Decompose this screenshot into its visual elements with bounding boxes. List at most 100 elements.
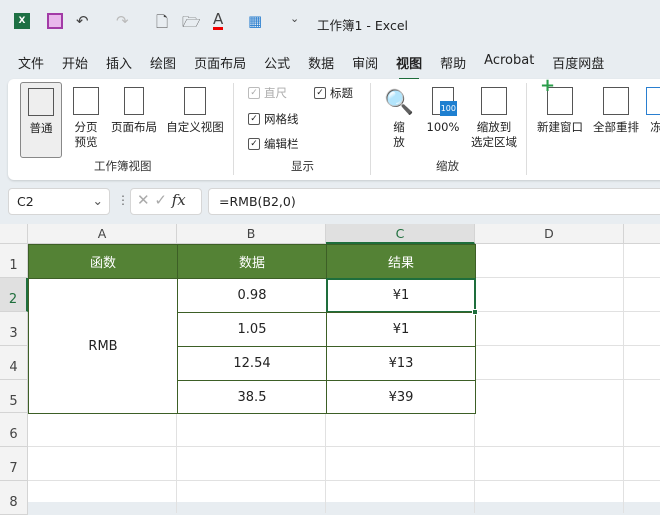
row-header-7[interactable]: 7	[0, 447, 28, 481]
group-label-show: 显示	[291, 159, 314, 173]
save-icon[interactable]	[47, 13, 63, 29]
empty-cells[interactable]	[28, 413, 660, 513]
label: 缩放到 选定区域	[471, 120, 517, 149]
font-color-icon[interactable]: A	[213, 12, 224, 30]
tab-page-layout[interactable]: 页面布局	[185, 53, 255, 75]
page-break-icon	[73, 87, 99, 115]
column-header-e[interactable]	[624, 224, 660, 244]
group-label-workbook-views: 工作簿视图	[94, 159, 152, 173]
tab-view[interactable]: 视图	[387, 53, 431, 80]
row-header-4[interactable]: 4	[0, 346, 28, 380]
tab-review[interactable]: 审阅	[343, 53, 387, 75]
page-icon	[124, 87, 144, 115]
label: 网格线	[264, 112, 299, 126]
custom-view-icon	[184, 87, 206, 115]
name-box[interactable]: C2 ⌄	[8, 188, 110, 215]
column-header-a[interactable]: A	[28, 224, 177, 244]
headings-checkbox[interactable]: ✓ 标题	[314, 85, 353, 101]
tab-home[interactable]: 开始	[53, 53, 97, 75]
excel-logo-icon: X	[14, 13, 30, 29]
row-header-8[interactable]: 8	[0, 481, 28, 515]
row-header-6[interactable]: 6	[0, 413, 28, 447]
cancel-icon[interactable]: ✕	[137, 191, 150, 209]
page-break-preview-button[interactable]: 分页 预览	[66, 87, 106, 150]
ruler-checkbox[interactable]: ✓ 直尺	[248, 85, 287, 101]
gridlines-checkbox[interactable]: ✓ 网格线	[248, 111, 299, 127]
freeze-panes-button[interactable]: 冻	[646, 87, 660, 135]
normal-view-button[interactable]: 普通	[20, 82, 62, 158]
label: 直尺	[264, 86, 287, 100]
formula-input[interactable]: =RMB(B2,0)	[208, 188, 660, 215]
new-file-icon[interactable]: 🗋	[156, 12, 168, 37]
label: 全部重排	[593, 120, 639, 134]
plus-icon: +	[540, 75, 556, 96]
label: 编辑栏	[264, 137, 299, 151]
fill-handle[interactable]	[472, 309, 478, 315]
spreadsheet-grid: A B C D 1 2 3 4 5 6 7 8 函数 数据 结果 RMB 0.9…	[0, 224, 660, 515]
data-cell[interactable]: 38.5	[177, 380, 327, 414]
tab-data[interactable]: 数据	[299, 53, 343, 75]
column-header-d[interactable]: D	[475, 224, 624, 244]
new-window-button[interactable]: + 新建窗口	[534, 77, 586, 135]
result-cell[interactable]: ¥13	[326, 346, 476, 381]
row-header-3[interactable]: 3	[0, 312, 28, 346]
chevron-down-icon[interactable]: ⌄	[93, 193, 103, 208]
zoom-100-icon: 100	[432, 87, 457, 116]
header-cell-function[interactable]: 函数	[28, 244, 178, 279]
label: 普通	[29, 121, 53, 135]
new-window-icon: +	[540, 77, 573, 115]
redo-icon[interactable]: ↷	[116, 12, 129, 30]
row-header-1[interactable]: 1	[0, 244, 28, 278]
header-cell-data[interactable]: 数据	[177, 244, 327, 279]
page-layout-button[interactable]: 页面布局	[108, 87, 160, 135]
custom-views-button[interactable]: 自定义视图	[163, 87, 227, 135]
tab-file[interactable]: 文件	[0, 53, 53, 75]
row-header-2[interactable]: 2	[0, 278, 28, 312]
row-header-5[interactable]: 5	[0, 380, 28, 413]
tab-insert[interactable]: 插入	[97, 53, 141, 75]
zoom-to-selection-button[interactable]: 缩放到 选定区域	[466, 87, 522, 150]
label: 冻	[650, 120, 660, 134]
tab-formulas[interactable]: 公式	[255, 53, 299, 75]
tab-draw[interactable]: 绘图	[141, 53, 185, 75]
label: 新建窗口	[537, 120, 583, 134]
tab-acrobat[interactable]: Acrobat	[475, 53, 543, 75]
tab-baidu-netdisk[interactable]: 百度网盘	[543, 53, 613, 75]
arrange-icon	[603, 87, 629, 115]
zoom-100-button[interactable]: 100 100%	[422, 87, 464, 135]
merged-cell-function[interactable]: RMB	[28, 278, 178, 414]
zoom-button[interactable]: 🔍 缩 放	[382, 87, 416, 150]
magnifier-icon: 🔍	[384, 88, 414, 116]
label: 标题	[330, 86, 353, 100]
formula-buttons: ✕ ✓ fx	[130, 188, 202, 215]
label: 自定义视图	[166, 120, 224, 134]
tab-help[interactable]: 帮助	[431, 53, 475, 75]
select-all-button[interactable]	[0, 224, 28, 244]
data-cell[interactable]: 1.05	[177, 312, 327, 347]
customize-qat-icon[interactable]: ⌄	[290, 12, 299, 25]
data-cell[interactable]: 0.98	[177, 278, 327, 313]
label: 100%	[426, 120, 460, 134]
formula-bar-checkbox[interactable]: ✓ 编辑栏	[248, 136, 299, 152]
header-cell-result[interactable]: 结果	[326, 244, 476, 279]
label: 缩 放	[393, 120, 405, 149]
column-header-b[interactable]: B	[177, 224, 326, 244]
insert-function-icon[interactable]: fx	[172, 191, 186, 209]
divider	[526, 83, 527, 175]
window-title: 工作簿1 - Excel	[317, 18, 409, 33]
more-options-icon[interactable]: ⋮	[117, 193, 129, 207]
column-header-c[interactable]: C	[326, 224, 475, 244]
open-folder-icon[interactable]: 🗁	[182, 12, 201, 37]
arrange-all-button[interactable]: 全部重排	[590, 87, 642, 135]
result-cell[interactable]: ¥1	[326, 312, 476, 347]
empty-cells[interactable]	[475, 244, 660, 413]
result-cell-selected[interactable]: ¥1	[326, 278, 476, 313]
group-label-zoom: 缩放	[436, 159, 459, 173]
enter-icon[interactable]: ✓	[154, 191, 167, 209]
badge: 100	[439, 101, 457, 116]
divider	[233, 83, 234, 175]
result-cell[interactable]: ¥39	[326, 380, 476, 414]
data-cell[interactable]: 12.54	[177, 346, 327, 381]
undo-icon[interactable]: ↶	[76, 12, 89, 30]
borders-icon[interactable]: ▦	[248, 12, 262, 30]
